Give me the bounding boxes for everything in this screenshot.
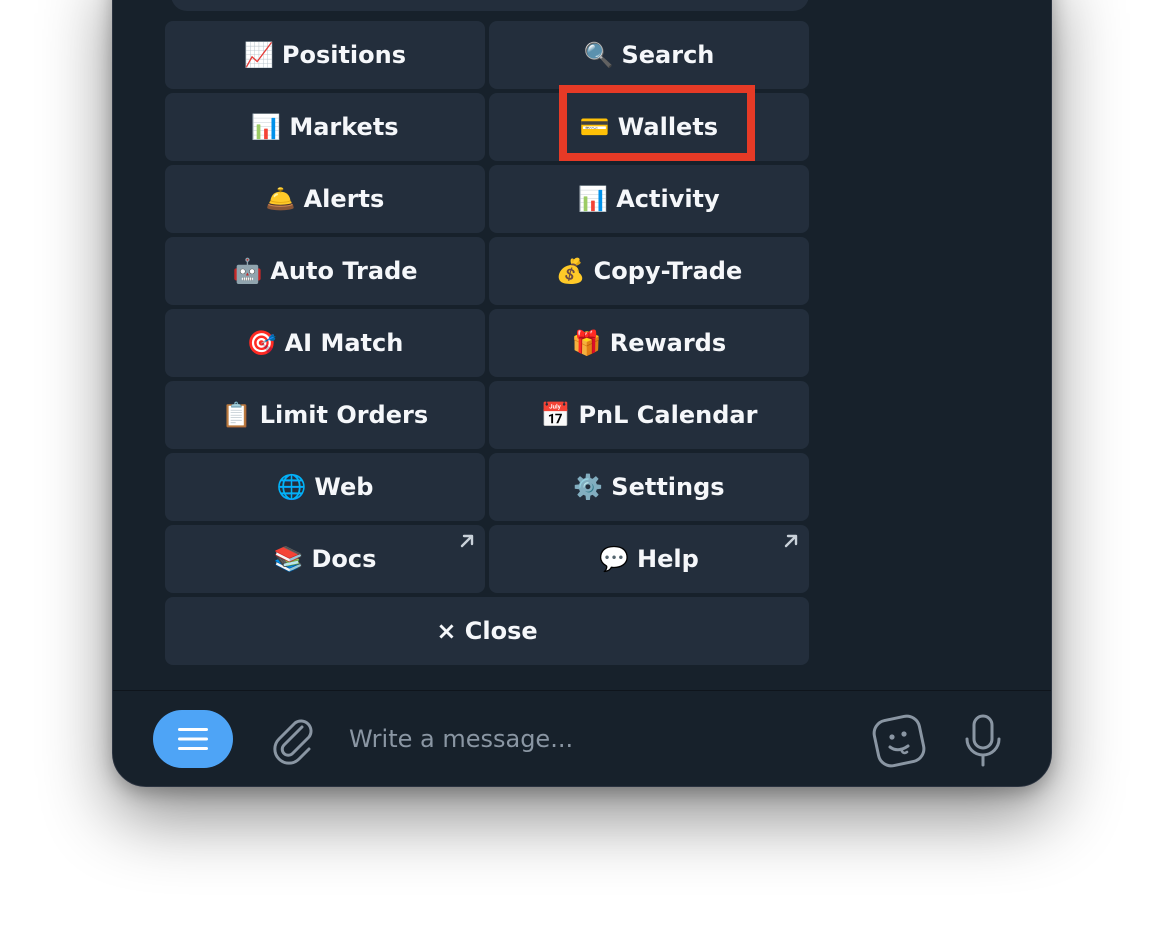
button-label: Settings — [611, 473, 725, 501]
button-label: Web — [314, 473, 374, 501]
button-label: AI Match — [284, 329, 404, 357]
keyboard-button-search[interactable]: 🔍 Search — [489, 21, 809, 89]
clipboard-icon: 📋 — [221, 401, 252, 429]
keyboard-close-button[interactable]: × Close — [165, 597, 809, 665]
microphone-icon[interactable] — [959, 713, 1007, 769]
keyboard-button-wallets[interactable]: 💳 Wallets — [489, 93, 809, 161]
button-label: Markets — [289, 113, 399, 141]
bar-chart-icon: 📊 — [578, 185, 609, 213]
sticker-icon[interactable] — [871, 713, 927, 769]
speech-bubble-icon: 💬 — [599, 545, 630, 573]
keyboard-button-pnl-calendar[interactable]: 📅 PnL Calendar — [489, 381, 809, 449]
gift-icon: 🎁 — [571, 329, 602, 357]
paperclip-icon[interactable] — [269, 715, 317, 765]
keyboard-button-web[interactable]: 🌐 Web — [165, 453, 485, 521]
keyboard-button-docs[interactable]: 📚 Docs — [165, 525, 485, 593]
button-label: Search — [621, 41, 715, 69]
external-link-arrow-icon — [784, 534, 798, 548]
menu-icon — [178, 728, 208, 750]
robot-icon: 🤖 — [232, 257, 263, 285]
keyboard-button-help[interactable]: 💬 Help — [489, 525, 809, 593]
button-label: Copy-Trade — [593, 257, 743, 285]
bot-menu-button[interactable] — [153, 710, 233, 768]
keyboard-button-ai-match[interactable]: 🎯 AI Match — [165, 309, 485, 377]
target-icon: 🎯 — [246, 329, 277, 357]
button-label: Activity — [616, 185, 720, 213]
keyboard-button-positions[interactable]: 📈 Positions — [165, 21, 485, 89]
button-label: Help — [637, 545, 699, 573]
keyboard-button-auto-trade[interactable]: 🤖 Auto Trade — [165, 237, 485, 305]
external-link-arrow-icon — [460, 534, 474, 548]
button-label: Docs — [311, 545, 377, 573]
keyboard-button-markets[interactable]: 📊 Markets — [165, 93, 485, 161]
keyboard-button-activity[interactable]: 📊 Activity — [489, 165, 809, 233]
button-label: Wallets — [617, 113, 719, 141]
money-bag-icon: 💰 — [555, 257, 586, 285]
button-label: Positions — [281, 41, 407, 69]
credit-card-icon: 💳 — [579, 113, 610, 141]
button-label: Auto Trade — [270, 257, 418, 285]
globe-icon: 🌐 — [276, 473, 307, 501]
bell-icon: 🛎️ — [265, 185, 296, 213]
telegram-chat-window: 📈 Positions 🔍 Search 📊 Markets 💳 Wallets… — [112, 0, 1052, 787]
button-label: PnL Calendar — [578, 401, 758, 429]
magnifier-icon: 🔍 — [583, 41, 614, 69]
message-composer — [113, 691, 1051, 786]
button-label: Alerts — [303, 185, 385, 213]
books-icon: 📚 — [273, 545, 304, 573]
keyboard-button-copy-trade[interactable]: 💰 Copy-Trade — [489, 237, 809, 305]
keyboard-button-alerts[interactable]: 🛎️ Alerts — [165, 165, 485, 233]
message-input[interactable] — [349, 717, 849, 761]
button-label: × Close — [436, 617, 538, 645]
bar-chart-icon: 📊 — [251, 113, 282, 141]
calendar-icon: 📅 — [540, 401, 571, 429]
button-label: Limit Orders — [259, 401, 429, 429]
keyboard-button-rewards[interactable]: 🎁 Rewards — [489, 309, 809, 377]
keyboard-button-settings[interactable]: ⚙️ Settings — [489, 453, 809, 521]
gear-icon: ⚙️ — [573, 473, 604, 501]
button-label: Rewards — [609, 329, 727, 357]
keyboard-button-limit-orders[interactable]: 📋 Limit Orders — [165, 381, 485, 449]
message-area-edge — [171, 0, 809, 11]
chart-increasing-icon: 📈 — [243, 41, 274, 69]
